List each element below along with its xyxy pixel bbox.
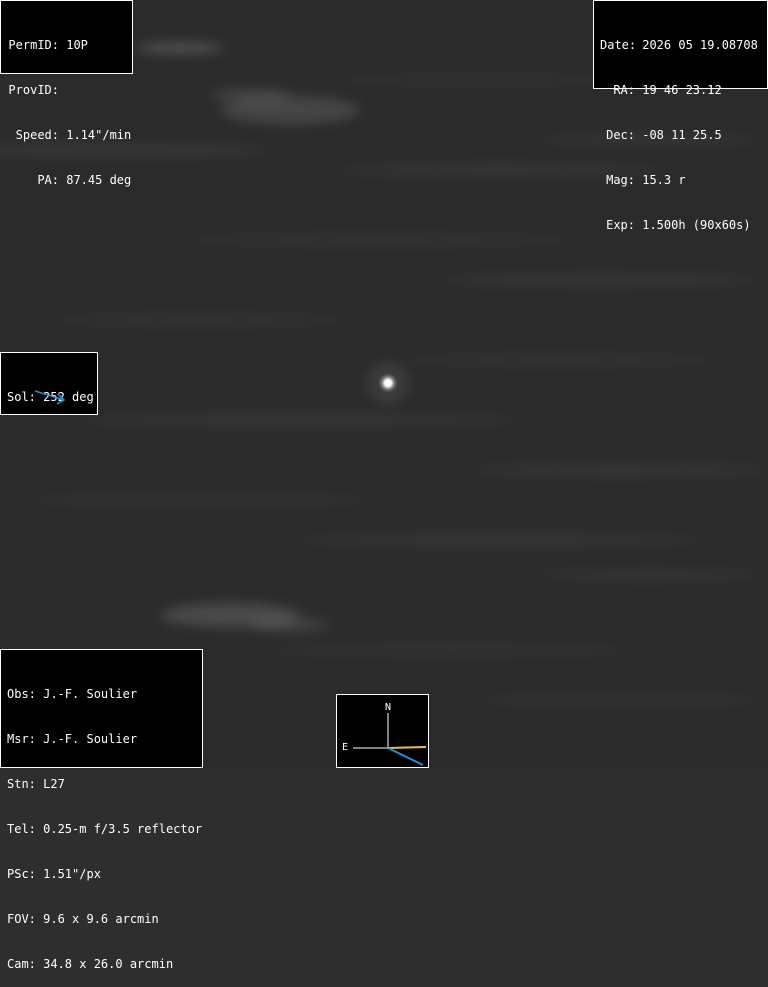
mag-label: Mag: (606, 173, 635, 187)
compass-north-label: N (385, 702, 392, 713)
mag-value: 15.3 r (642, 173, 686, 187)
dec-value: -08 11 25.5 (642, 128, 722, 142)
fov-line: FOV: 9.6 x 9.6 arcmin (7, 912, 159, 926)
date-value: 2026 05 19.08708 (642, 38, 758, 52)
dec-label: Dec: (606, 128, 635, 142)
measurer-line: Msr: J.-F. Soulier (7, 732, 138, 746)
compass-panel: N E (336, 694, 429, 768)
speed-value: 1.14"/min (66, 128, 132, 142)
motion-direction-line (387, 746, 427, 749)
camera-line: Cam: 34.8 x 26.0 arcmin (7, 957, 174, 971)
permid-value: 10P (66, 38, 88, 52)
provid-label: ProvID: (8, 83, 59, 97)
exp-value: 1.500h (90x60s) (642, 218, 751, 232)
pixel-scale-line: PSc: 1.51"/px (7, 867, 101, 881)
speed-label: Speed: (15, 128, 59, 142)
sun-direction-line (387, 747, 424, 766)
telescope-line: Tel: 0.25-m f/3.5 reflector (7, 822, 203, 836)
ra-label: RA: (613, 83, 635, 97)
observation-panel: Date: 2026 05 19.08708 RA: 19 46 23.12 D… (593, 0, 768, 232)
station-line: Stn: L27 (7, 777, 65, 791)
pa-value: 87.45 deg (66, 173, 132, 187)
observer-panel: Obs: J.-F. Soulier Msr: J.-F. Soulier St… (0, 649, 203, 971)
compass-east-label: E (342, 742, 349, 753)
date-label: Date: (600, 38, 637, 52)
ra-value: 19 46 23.12 (642, 83, 722, 97)
permid-label: PermID: (8, 38, 59, 52)
observer-line: Obs: J.-F. Soulier (7, 687, 138, 701)
sun-direction-arrow-icon (34, 390, 66, 405)
solar-angle-panel: Sol: 252 deg (0, 352, 98, 415)
exp-label: Exp: (606, 218, 635, 232)
object-info-panel: PermID: 10P ProvID: Speed: 1.14"/min PA:… (0, 0, 133, 187)
comet-nucleus (378, 373, 398, 393)
pa-label: PA: (37, 173, 59, 187)
